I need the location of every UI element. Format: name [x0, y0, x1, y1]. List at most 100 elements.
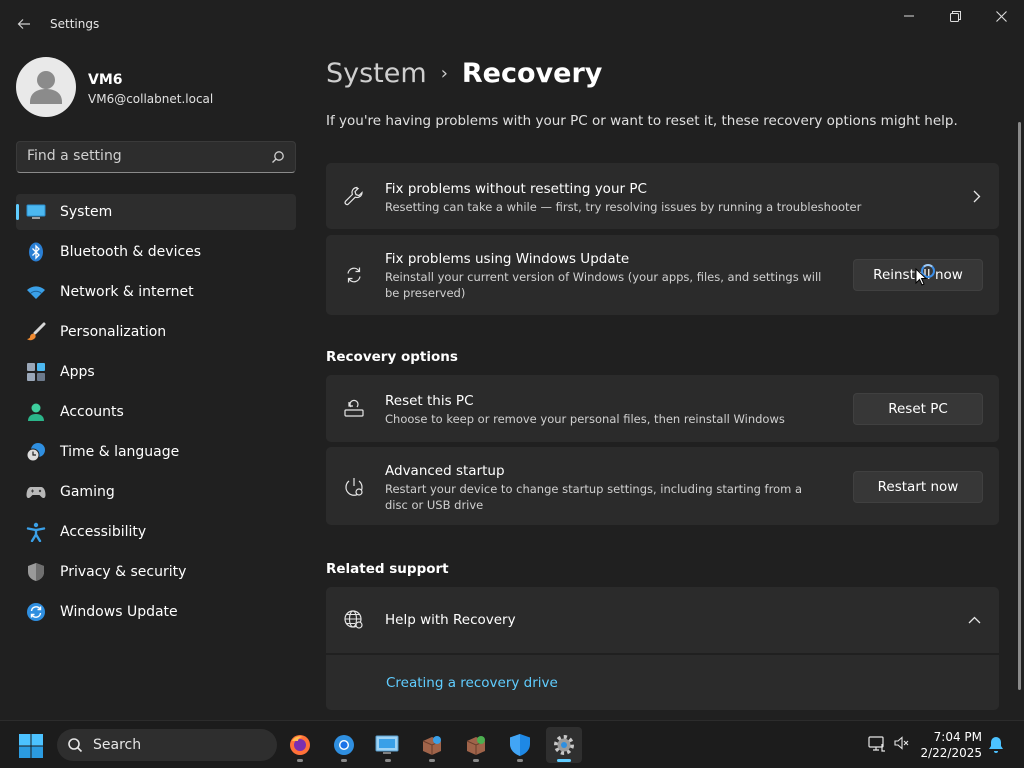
- bluetooth-icon: [26, 242, 46, 262]
- breadcrumb: System › Recovery: [326, 58, 602, 89]
- sidebar-item-windows-update[interactable]: Windows Update: [16, 594, 296, 630]
- sidebar-item-label: Windows Update: [60, 604, 178, 620]
- chrome-icon: [334, 735, 354, 755]
- wifi-icon: [26, 282, 46, 302]
- user-email: VM6@collabnet.local: [88, 92, 214, 106]
- user-name: VM6: [88, 72, 123, 88]
- related-support-heading: Related support: [326, 561, 449, 577]
- sync-icon: [343, 264, 365, 286]
- firefox-icon: [290, 735, 310, 755]
- sidebar-item-accounts[interactable]: Accounts: [16, 394, 296, 430]
- chevron-right-icon: [973, 190, 981, 203]
- taskbar-search-label: Search: [93, 737, 142, 753]
- sidebar-item-system[interactable]: System: [16, 194, 296, 230]
- user-silhouette-icon: [30, 71, 62, 104]
- shield-icon: [26, 562, 46, 582]
- package-globe-icon: [466, 736, 486, 755]
- breadcrumb-separator: ›: [440, 63, 448, 84]
- apps-icon: [26, 362, 46, 382]
- sidebar-item-label: Accounts: [60, 404, 124, 420]
- restore-icon: [949, 10, 961, 22]
- sidebar-item-label: Personalization: [60, 324, 167, 340]
- reset-pc-card: Reset this PC Choose to keep or remove y…: [326, 375, 999, 442]
- taskbar-app-package[interactable]: [414, 727, 450, 763]
- taskbar-app-chrome[interactable]: [326, 727, 362, 763]
- find-setting-search[interactable]: [16, 141, 296, 173]
- close-icon: [995, 10, 1007, 22]
- card-description: Reinstall your current version of Window…: [385, 270, 822, 300]
- back-button[interactable]: [10, 10, 38, 38]
- card-title: Fix problems without resetting your PC: [385, 181, 647, 197]
- sidebar-item-label: Gaming: [60, 484, 115, 500]
- sidebar-item-label: Accessibility: [60, 524, 147, 540]
- sidebar-nav: System Bluetooth & devices Network & int…: [16, 194, 296, 634]
- taskbar-app-defender[interactable]: [502, 727, 538, 763]
- sidebar-item-bluetooth[interactable]: Bluetooth & devices: [16, 234, 296, 270]
- sidebar-item-label: Privacy & security: [60, 564, 187, 580]
- sidebar-item-apps[interactable]: Apps: [16, 354, 296, 390]
- chevron-up-icon[interactable]: [968, 616, 981, 624]
- sidebar-item-accessibility[interactable]: Accessibility: [16, 514, 296, 550]
- card-title: Help with Recovery: [385, 612, 516, 628]
- page-title: Recovery: [461, 58, 603, 89]
- breadcrumb-parent-system[interactable]: System: [326, 58, 427, 89]
- taskbar-app-firefox[interactable]: [282, 727, 318, 763]
- taskbar-app-settings[interactable]: [546, 727, 582, 763]
- volume-muted-icon[interactable]: [894, 735, 910, 751]
- minimize-icon: [904, 15, 914, 17]
- sidebar-item-label: Network & internet: [60, 284, 194, 300]
- windows-start-icon[interactable]: [18, 733, 44, 759]
- sidebar-item-gaming[interactable]: Gaming: [16, 474, 296, 510]
- sidebar-item-privacy[interactable]: Privacy & security: [16, 554, 296, 590]
- network-display-icon[interactable]: [868, 735, 886, 753]
- taskbar-clock[interactable]: 7:04 PM 2/22/2025: [918, 729, 982, 761]
- user-profile[interactable]: VM6 VM6@collabnet.local: [16, 57, 296, 117]
- card-description: Resetting can take a while — first, try …: [385, 200, 862, 214]
- search-input[interactable]: [27, 148, 267, 164]
- help-with-recovery-header[interactable]: Help with Recovery: [326, 587, 999, 653]
- reset-pc-button[interactable]: Reset PC: [853, 393, 983, 425]
- defender-icon: [510, 734, 530, 756]
- recovery-options-heading: Recovery options: [326, 349, 458, 365]
- taskbar: Search 7:04 PM 2/22/2025: [0, 720, 1024, 768]
- sidebar-item-personalization[interactable]: Personalization: [16, 314, 296, 350]
- taskbar-app-remote-desktop[interactable]: [370, 727, 406, 763]
- remote-desktop-icon: [375, 735, 399, 754]
- scrollbar[interactable]: [1018, 122, 1021, 690]
- restart-now-button[interactable]: Restart now: [853, 471, 983, 503]
- settings-icon: [554, 735, 574, 755]
- search-icon: [68, 738, 83, 753]
- card-description: Choose to keep or remove your personal f…: [385, 412, 785, 426]
- accounts-icon: [26, 402, 46, 422]
- accessibility-icon: [26, 522, 46, 542]
- minimize-button[interactable]: [886, 0, 932, 32]
- taskbar-search[interactable]: Search: [57, 729, 277, 761]
- globe-icon: [343, 609, 365, 631]
- sidebar-item-label: Time & language: [60, 444, 180, 460]
- gamepad-icon: [26, 482, 46, 502]
- sidebar-item-time-language[interactable]: Time & language: [16, 434, 296, 470]
- intro-text: If you're having problems with your PC o…: [326, 113, 958, 129]
- search-icon[interactable]: [271, 150, 285, 164]
- reset-pc-icon: [343, 397, 365, 419]
- card-title: Advanced startup: [385, 463, 505, 479]
- restore-button[interactable]: [932, 0, 978, 32]
- clock-date: 2/22/2025: [920, 746, 982, 760]
- taskbar-app-package-globe[interactable]: [458, 727, 494, 763]
- creating-recovery-drive-link[interactable]: Creating a recovery drive: [386, 675, 558, 691]
- fix-without-reset-card[interactable]: Fix problems without resetting your PC R…: [326, 163, 999, 229]
- close-button[interactable]: [978, 0, 1024, 32]
- update-icon: [26, 602, 46, 622]
- sidebar-item-label: Apps: [60, 364, 95, 380]
- sidebar-item-network[interactable]: Network & internet: [16, 274, 296, 310]
- card-title: Fix problems using Windows Update: [385, 251, 630, 267]
- clock-time: 7:04 PM: [933, 730, 982, 744]
- app-title: Settings: [50, 17, 100, 31]
- package-icon: [422, 736, 442, 755]
- brush-icon: [26, 322, 46, 342]
- advanced-startup-icon: [343, 476, 365, 498]
- notification-bell-icon[interactable]: [988, 736, 1004, 754]
- card-title: Reset this PC: [385, 393, 474, 409]
- card-description: Restart your device to change startup se…: [385, 482, 803, 512]
- fix-windows-update-card: Fix problems using Windows Update Reinst…: [326, 235, 999, 315]
